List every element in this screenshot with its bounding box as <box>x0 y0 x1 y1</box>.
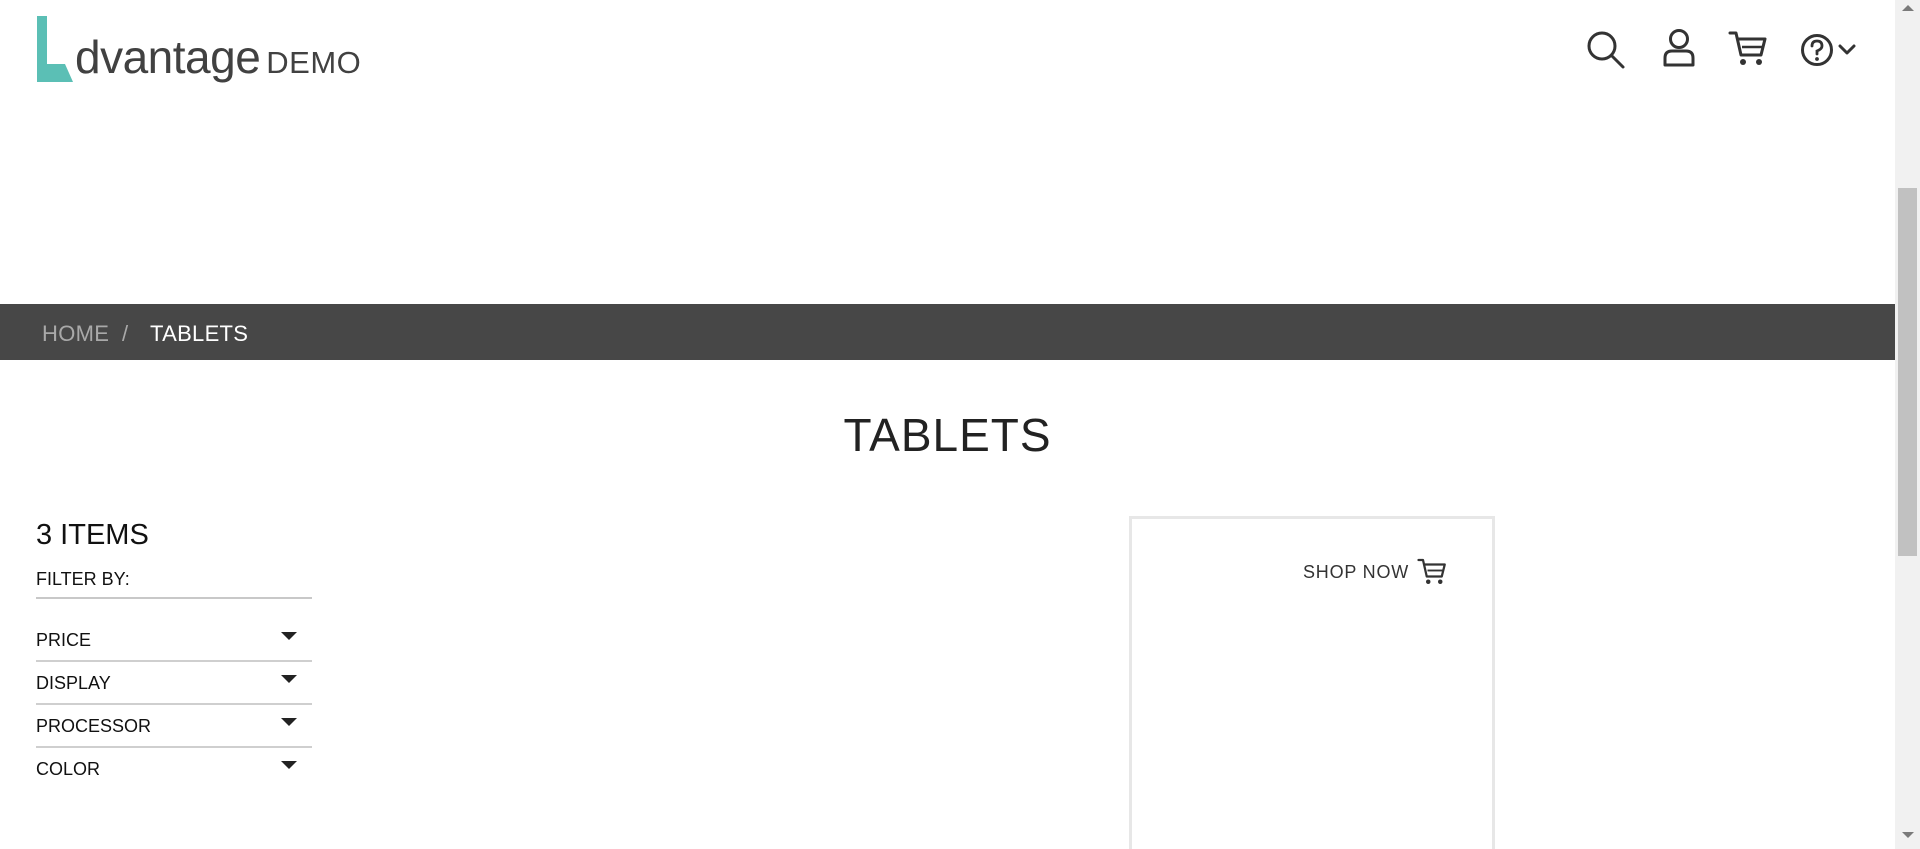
cart-icon[interactable] <box>1728 30 1768 68</box>
search-icon[interactable] <box>1586 30 1626 70</box>
shop-now-label: SHOP NOW <box>1303 561 1410 582</box>
logo-text: dvantage <box>75 31 261 83</box>
breadcrumb-separator: / <box>122 321 129 346</box>
caret-down-icon <box>281 761 297 769</box>
filter-label: COLOR <box>36 759 101 779</box>
site-header: dvantage DEMO <box>0 0 1895 110</box>
logo-suffix: DEMO <box>266 45 362 80</box>
filter-divider <box>36 597 312 599</box>
promo-card: SHOP NOW <box>1129 516 1495 849</box>
filter-color[interactable]: COLOR <box>36 747 312 789</box>
caret-down-icon <box>281 632 297 640</box>
filter-by-label: FILTER BY: <box>36 569 130 589</box>
vertical-scrollbar[interactable] <box>1895 0 1920 849</box>
page-title: TABLETS <box>843 409 1052 461</box>
caret-down-icon <box>281 675 297 683</box>
logo[interactable]: dvantage DEMO <box>33 12 361 84</box>
scrollbar-thumb[interactable] <box>1898 188 1917 556</box>
filter-label: DISPLAY <box>36 673 111 693</box>
scroll-down-arrow-icon[interactable] <box>1902 832 1914 838</box>
filter-price[interactable]: PRICE <box>36 618 312 660</box>
breadcrumb-home-link[interactable]: HOME <box>42 321 109 347</box>
scroll-up-arrow-icon[interactable] <box>1902 5 1914 11</box>
breadcrumb-current: TABLETS <box>150 321 249 346</box>
help-icon[interactable] <box>1800 33 1834 67</box>
breadcrumb: HOME / TABLETS <box>0 304 1895 360</box>
shop-now-button[interactable]: SHOP NOW <box>1303 557 1447 587</box>
filter-display[interactable]: DISPLAY <box>36 661 312 703</box>
filter-processor[interactable]: PROCESSOR <box>36 704 312 746</box>
items-count: 3 ITEMS <box>36 519 149 551</box>
chevron-down-icon[interactable] <box>1838 43 1856 57</box>
caret-down-icon <box>281 718 297 726</box>
filter-label: PROCESSOR <box>36 716 152 736</box>
filter-label: PRICE <box>36 630 92 650</box>
cart-icon <box>1417 558 1446 584</box>
user-icon[interactable] <box>1662 28 1696 68</box>
page: dvantage DEMO HOME / TABLETS TABLETS 3 I… <box>0 0 1920 849</box>
